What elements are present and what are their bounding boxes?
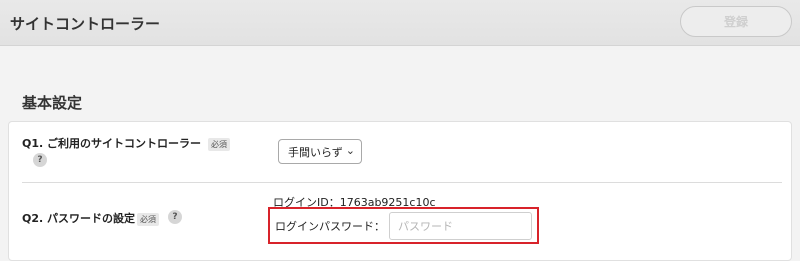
row-divider [22,182,782,183]
q2-required-badge: 必須 [137,213,159,226]
chevron-down-icon: ⌄ [345,144,355,157]
app-header: サイトコントローラー 登録 [0,0,800,46]
password-input[interactable] [389,212,532,240]
site-controller-select[interactable]: 手間いらず ⌄ [278,139,362,164]
q2-help-icon[interactable]: ? [168,210,182,224]
password-label: ログインパスワード： [275,220,385,233]
page-title: サイトコントローラー [10,15,161,33]
q1-help-icon[interactable]: ? [33,153,47,167]
site-controller-select-value: 手間いらず [288,145,343,159]
section-title: 基本設定 [22,94,83,112]
q2-label: Q2. パスワードの設定 [22,212,136,225]
q1-required-badge: 必須 [208,138,230,151]
register-button[interactable]: 登録 [680,6,792,37]
q1-label: Q1. ご利用のサイトコントローラー [22,137,202,150]
